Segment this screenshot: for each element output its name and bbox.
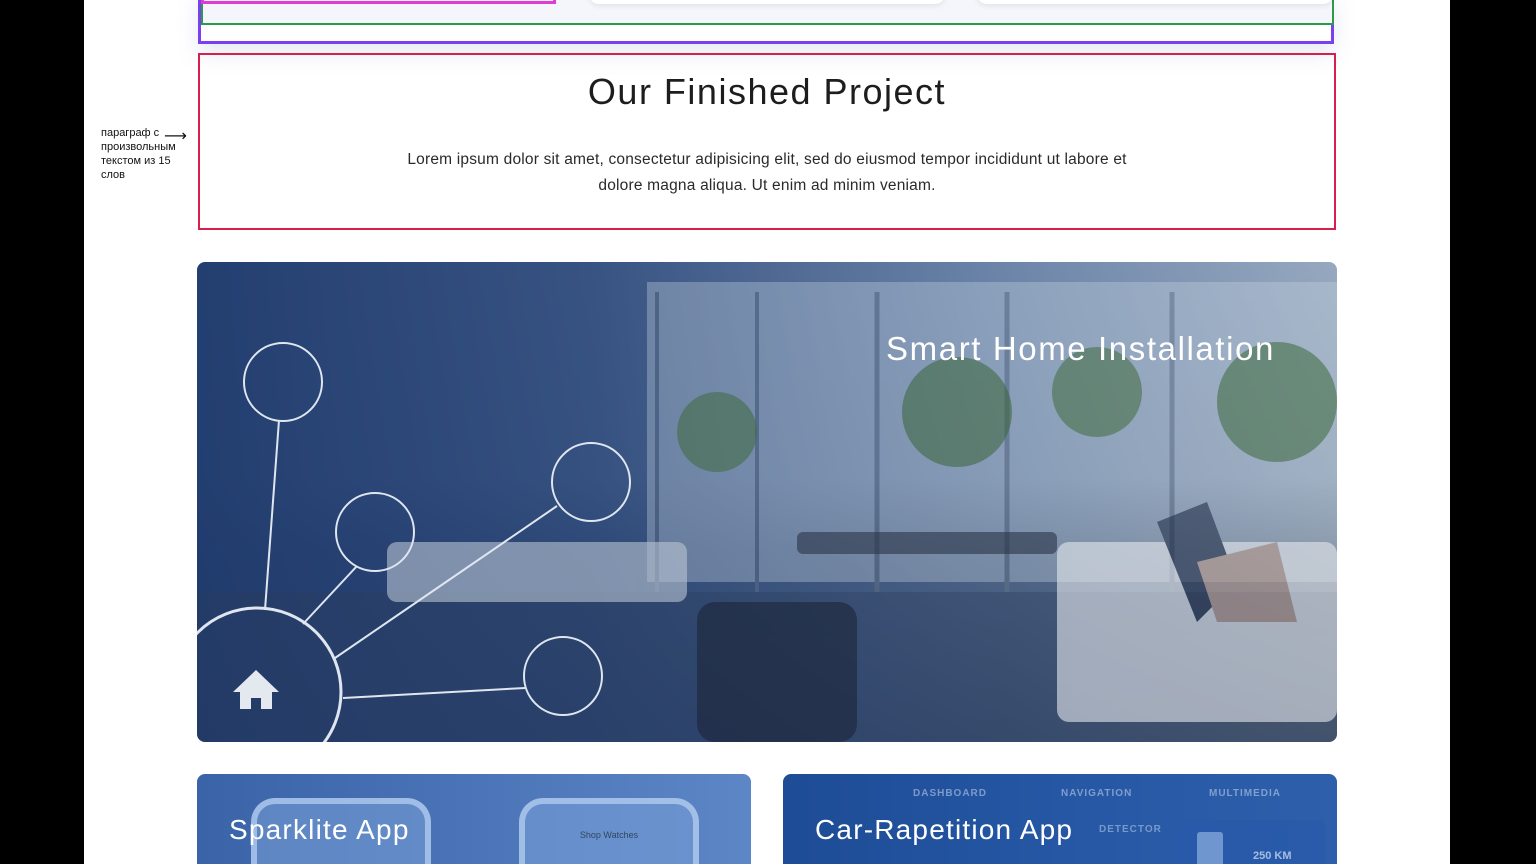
sparklite-app-card[interactable]: Shop Watches Sparklite App bbox=[197, 774, 751, 864]
navigation-tab-label: NAVIGATION bbox=[1061, 788, 1133, 799]
previous-card bbox=[589, 0, 945, 4]
battery-icon bbox=[1197, 832, 1223, 864]
car-rapetition-app-card[interactable]: DASHBOARD NAVIGATION MULTIMEDIA DETECTOR… bbox=[783, 774, 1337, 864]
section-title: Our Finished Project bbox=[587, 71, 947, 112]
multimedia-tab-label: MULTIMEDIA bbox=[1209, 788, 1282, 799]
phone-mockup: Shop Watches bbox=[519, 798, 699, 864]
page: параграф с произвольным текстом из 15 сл… bbox=[84, 0, 1450, 864]
hero-project-card[interactable]: Smart Home Installation bbox=[197, 262, 1337, 742]
section-paragraph: Lorem ipsum dolor sit amet, consectetur … bbox=[407, 151, 1127, 194]
finished-project-section: Our Finished Project Lorem ipsum dolor s… bbox=[198, 53, 1336, 230]
detector-label: DETECTOR bbox=[1099, 824, 1162, 835]
arrow-right-icon: ⟶ bbox=[164, 126, 187, 145]
phone-screen-label: Shop Watches bbox=[579, 830, 639, 840]
card-title: Car-Rapetition App bbox=[815, 814, 1074, 845]
previous-item-outline bbox=[201, 0, 556, 4]
dashboard-tab-label: DASHBOARD bbox=[913, 788, 987, 799]
range-readout: 250 KM bbox=[1253, 850, 1292, 862]
card-title: Sparklite App bbox=[229, 814, 410, 845]
previous-card bbox=[977, 0, 1333, 4]
hero-title: Smart Home Installation bbox=[886, 330, 1275, 367]
